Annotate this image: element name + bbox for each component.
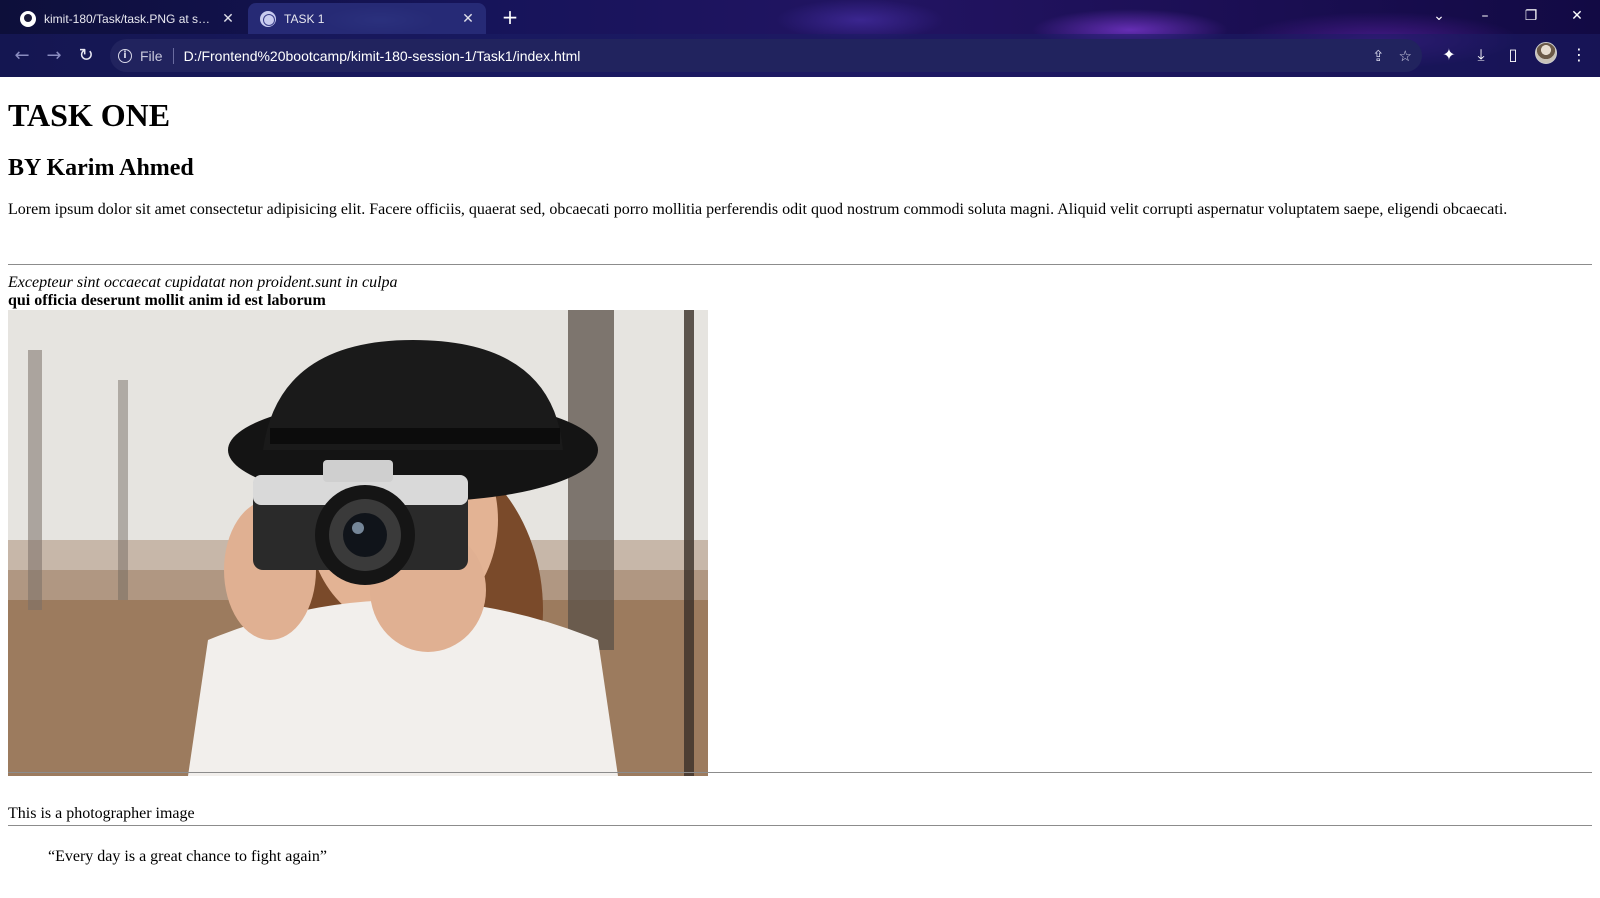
tab-task1[interactable]: TASK 1 ✕ <box>248 3 486 34</box>
italic-text: Excepteur sint occaecat cupidatat non pr… <box>8 274 398 291</box>
tab-close-icon[interactable]: ✕ <box>460 10 476 27</box>
github-icon <box>20 10 36 27</box>
reload-icon[interactable]: ↻ <box>72 42 100 70</box>
intro-paragraph: Lorem ipsum dolor sit amet consectetur a… <box>8 201 1508 218</box>
quote: “Every day is a great chance to fight ag… <box>48 848 327 865</box>
divider <box>8 825 1592 826</box>
browser-toolbar: ← → ↻ i File D:/Frontend%20bootcamp/kimi… <box>0 34 1600 77</box>
minimize-icon[interactable]: – <box>1462 2 1508 30</box>
chip-divider <box>172 47 174 64</box>
profile-avatar[interactable] <box>1535 42 1557 64</box>
info-icon[interactable]: i <box>118 48 132 63</box>
divider <box>8 264 1592 265</box>
address-bar[interactable]: i File D:/Frontend%20bootcamp/kimit-180-… <box>110 39 1422 72</box>
photographer-photo <box>8 310 708 776</box>
download-icon[interactable]: ⤓ <box>1468 42 1494 68</box>
close-icon[interactable]: ✕ <box>1554 2 1600 30</box>
star-icon[interactable]: ☆ <box>1399 47 1412 65</box>
author-heading: BY Karim Ahmed <box>8 155 194 181</box>
page-title: TASK ONE <box>8 97 171 133</box>
chevron-down-icon[interactable]: ⌄ <box>1416 2 1462 30</box>
tab-title: kimit-180/Task/task.PNG at session-1 <box>44 11 212 26</box>
url-text[interactable]: D:/Frontend%20bootcamp/kimit-180-session… <box>184 48 581 64</box>
photo-illustration <box>8 310 708 776</box>
tab-github[interactable]: kimit-180/Task/task.PNG at session-1 ✕ <box>8 3 246 34</box>
divider <box>8 772 1592 773</box>
tab-title: TASK 1 <box>284 11 325 26</box>
browser-chrome: kimit-180/Task/task.PNG at session-1 ✕ T… <box>0 0 1600 77</box>
tab-close-icon[interactable]: ✕ <box>220 10 236 27</box>
bold-text: qui officia deserunt mollit anim id est … <box>8 292 326 309</box>
new-tab-icon[interactable]: + <box>498 6 522 30</box>
forward-icon[interactable]: → <box>40 42 68 70</box>
globe-icon <box>260 10 276 27</box>
omnibox-actions: ⇪ ☆ <box>1372 39 1412 72</box>
puzzle-icon[interactable]: ✦ <box>1436 42 1462 68</box>
broken-image: This is a photographer image <box>8 804 195 823</box>
tab-strip: kimit-180/Task/task.PNG at session-1 ✕ T… <box>0 0 1600 34</box>
side-panel-icon[interactable]: ▯ <box>1500 42 1526 68</box>
share-icon[interactable]: ⇪ <box>1372 47 1385 65</box>
restore-icon[interactable]: ❐ <box>1508 2 1554 30</box>
image-alt-text: This is a photographer image <box>8 805 195 822</box>
page-content: TASK ONE BY Karim Ahmed Lorem ipsum dolo… <box>0 77 1600 898</box>
scheme-chip[interactable]: File <box>140 48 163 64</box>
back-icon[interactable]: ← <box>8 42 36 70</box>
kebab-menu-icon[interactable]: ⋮ <box>1566 42 1592 68</box>
